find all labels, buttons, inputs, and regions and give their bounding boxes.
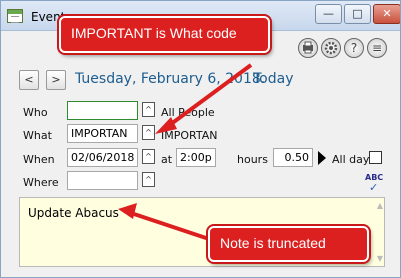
minimize-button[interactable]: — (315, 4, 342, 24)
allday-label: All day (332, 153, 370, 166)
what-picker-button[interactable]: ^ (142, 125, 155, 140)
who-hint: All People (161, 106, 215, 119)
calendar-icon (7, 9, 23, 23)
printer-icon-glyph (303, 41, 313, 54)
what-hint: IMPORTAN (161, 129, 218, 142)
spellcheck-check-icon: ✓ (369, 181, 379, 194)
menu-icon[interactable]: ≡ (367, 38, 387, 58)
today-link[interactable]: Today (253, 71, 294, 87)
who-picker-button[interactable]: ^ (142, 102, 155, 117)
note-text: Update Abacus (28, 206, 119, 220)
annotation-callout-note-truncated: Note is truncated (208, 226, 369, 262)
scroll-up-icon[interactable]: ▲ (375, 201, 385, 211)
hours-dropdown-arrow[interactable] (318, 151, 326, 165)
who-label: Who (23, 106, 48, 119)
date-picker-button[interactable]: ^ (142, 149, 155, 164)
what-field[interactable]: IMPORTAN (67, 124, 138, 143)
annotation-callout-what-code: IMPORTANT is What code (59, 16, 270, 53)
event-window: Event — □ ✕ ? ≡ < > Tuesday, February 6,… (0, 0, 401, 278)
maximize-button[interactable]: □ (344, 4, 371, 24)
next-day-button[interactable]: > (46, 70, 66, 90)
who-field[interactable] (67, 101, 138, 120)
where-label: Where (23, 176, 59, 189)
hours-label: hours (237, 153, 268, 166)
allday-checkbox[interactable] (369, 151, 382, 164)
prev-day-button[interactable]: < (19, 70, 39, 90)
time-field[interactable]: 2:00p (176, 148, 216, 167)
where-picker-button[interactable]: ^ (142, 172, 155, 187)
where-field[interactable] (67, 171, 138, 190)
when-label: When (23, 153, 55, 166)
current-date: Tuesday, February 6, 2018. (75, 71, 266, 87)
at-label: at (161, 153, 173, 166)
printer-icon[interactable] (298, 38, 318, 58)
scroll-down-icon[interactable]: ▼ (375, 254, 385, 264)
hours-field[interactable]: 0.50 (273, 148, 313, 167)
what-label: What (23, 129, 52, 142)
help-icon[interactable]: ? (344, 38, 364, 58)
date-field[interactable]: 02/06/2018 (67, 148, 138, 167)
gear-icon-glyph (324, 41, 338, 55)
gear-icon[interactable] (321, 38, 341, 58)
close-button[interactable]: ✕ (373, 4, 400, 24)
